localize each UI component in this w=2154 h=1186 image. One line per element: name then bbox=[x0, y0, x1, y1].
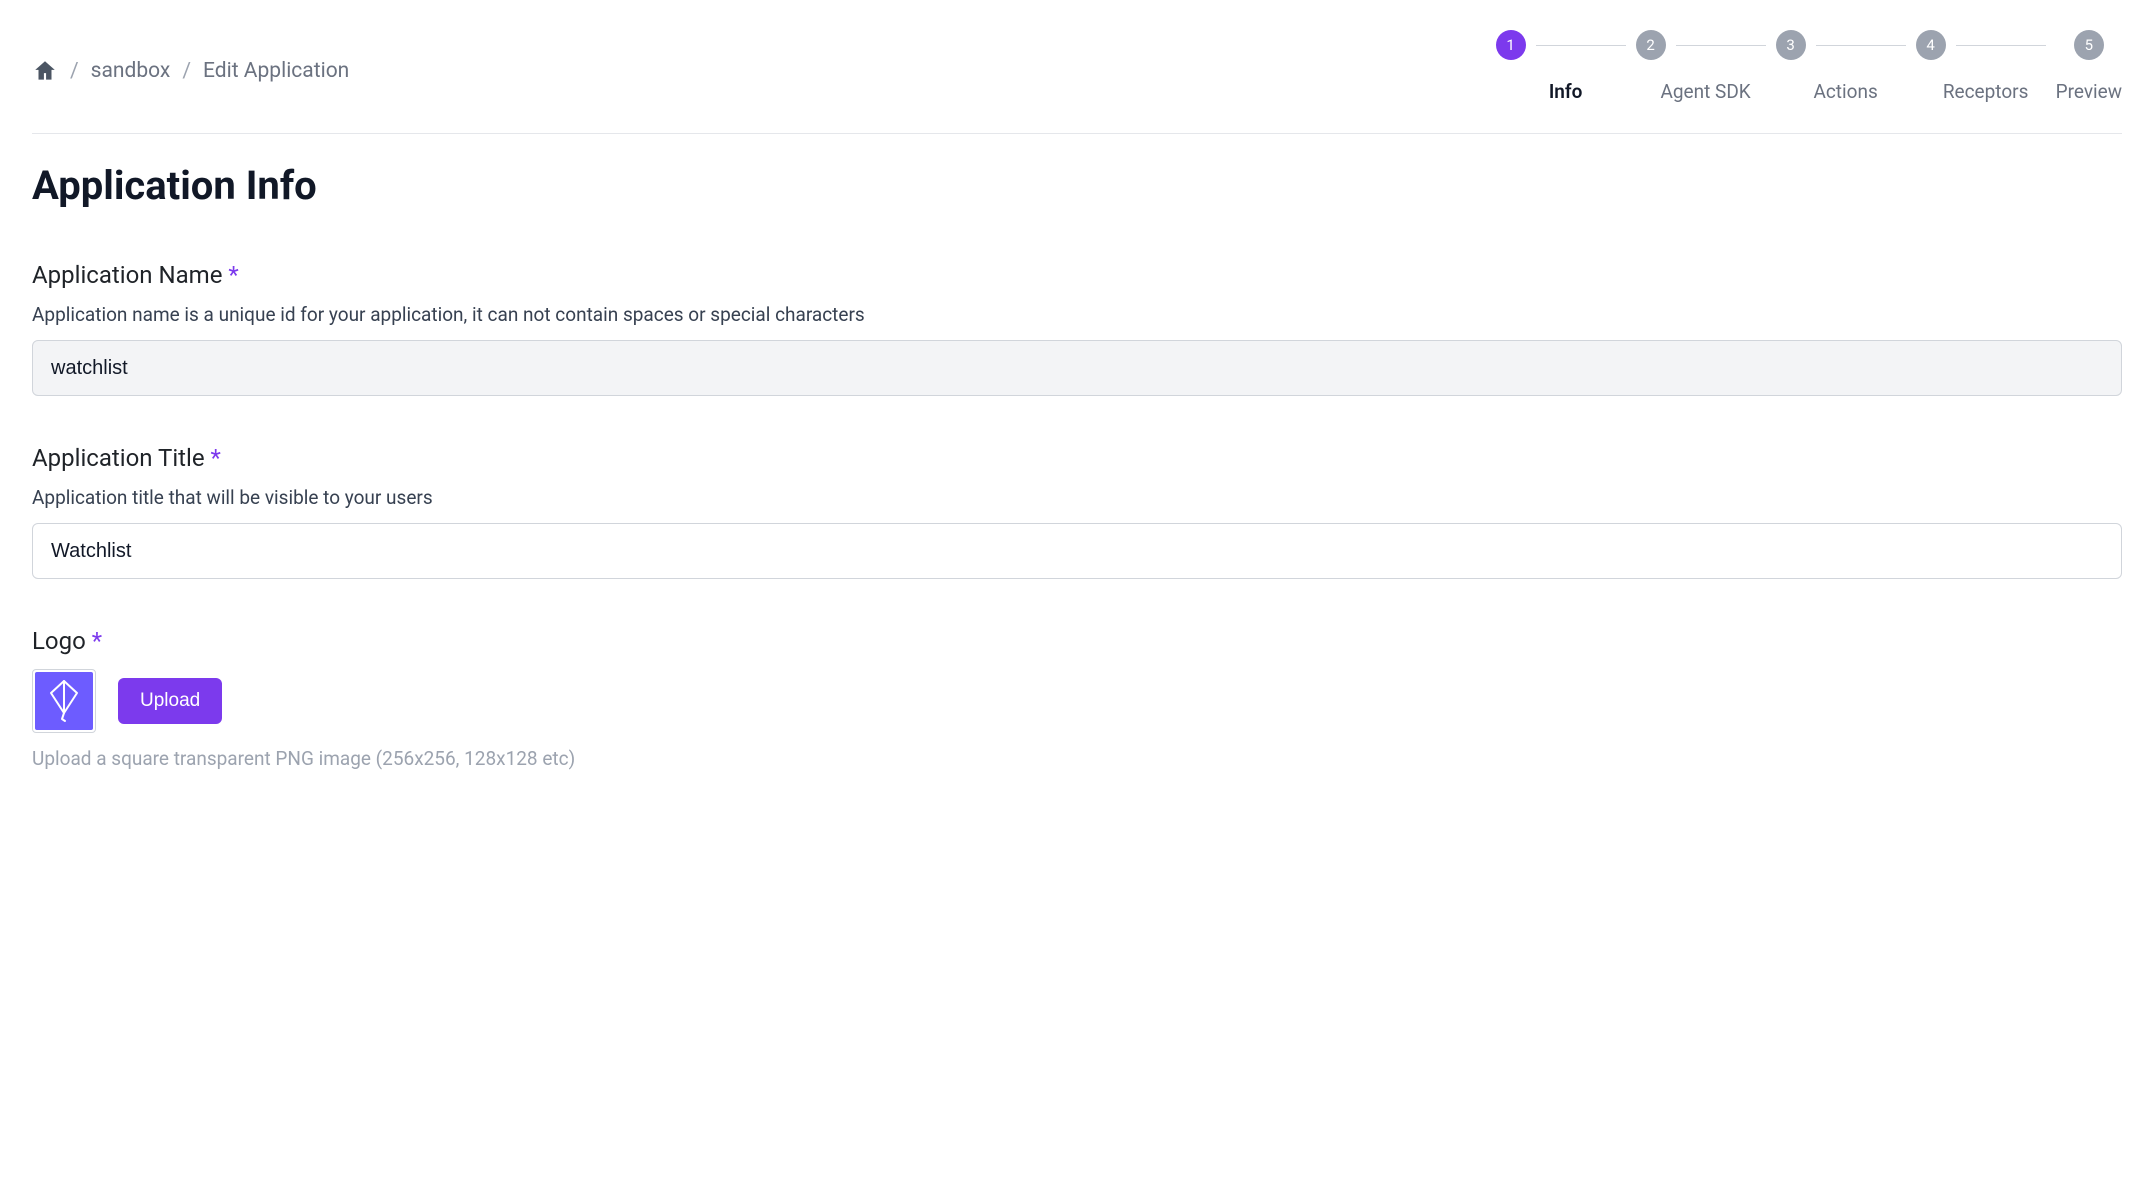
application-name-help: Application name is a unique id for your… bbox=[32, 303, 2122, 326]
label-text: Application Title bbox=[32, 444, 205, 472]
label-text: Application Name bbox=[32, 261, 222, 289]
breadcrumb-sandbox[interactable]: sandbox bbox=[91, 59, 171, 83]
step-label: Actions bbox=[1813, 80, 1877, 103]
page-title: Application Info bbox=[32, 162, 2122, 209]
step-preview[interactable]: 5 Preview bbox=[2056, 30, 2122, 103]
step-circle: 3 bbox=[1776, 30, 1806, 60]
application-name-label: Application Name * bbox=[32, 261, 2122, 289]
step-agent-sdk[interactable]: 2 Agent SDK bbox=[1636, 30, 1776, 103]
step-connector bbox=[1956, 45, 2046, 46]
application-name-input[interactable] bbox=[32, 340, 2122, 396]
application-title-label: Application Title * bbox=[32, 444, 2122, 472]
step-circle: 1 bbox=[1496, 30, 1526, 60]
breadcrumb-current: Edit Application bbox=[203, 59, 349, 83]
step-actions[interactable]: 3 Actions bbox=[1776, 30, 1916, 103]
breadcrumb-sep: / bbox=[182, 59, 191, 83]
step-circle: 5 bbox=[2074, 30, 2104, 60]
step-label: Info bbox=[1549, 80, 1583, 103]
required-marker: * bbox=[92, 627, 102, 655]
label-text: Logo bbox=[32, 627, 86, 655]
kite-icon bbox=[35, 672, 93, 730]
breadcrumb: / sandbox / Edit Application bbox=[32, 30, 349, 84]
field-application-title: Application Title * Application title th… bbox=[32, 444, 2122, 579]
logo-preview bbox=[32, 669, 96, 733]
step-receptors[interactable]: 4 Receptors bbox=[1916, 30, 2056, 103]
step-connector bbox=[1816, 45, 1906, 46]
step-label: Receptors bbox=[1943, 80, 2029, 103]
application-title-input[interactable] bbox=[32, 523, 2122, 579]
wizard-stepper: 1 Info 2 Agent SDK 3 Actions 4 Recept bbox=[1496, 30, 2122, 103]
field-logo: Logo * Upload Upload a square transparen… bbox=[32, 627, 2122, 770]
step-connector bbox=[1536, 45, 1626, 46]
step-connector bbox=[1676, 45, 1766, 46]
logo-label: Logo * bbox=[32, 627, 2122, 655]
required-marker: * bbox=[228, 261, 238, 289]
logo-hint: Upload a square transparent PNG image (2… bbox=[32, 747, 2122, 770]
step-circle: 4 bbox=[1916, 30, 1946, 60]
upload-button[interactable]: Upload bbox=[118, 678, 222, 724]
step-label: Agent SDK bbox=[1660, 80, 1750, 103]
required-marker: * bbox=[211, 444, 221, 472]
step-label: Preview bbox=[2056, 80, 2122, 103]
step-info[interactable]: 1 Info bbox=[1496, 30, 1636, 103]
breadcrumb-sep: / bbox=[70, 59, 79, 83]
field-application-name: Application Name * Application name is a… bbox=[32, 261, 2122, 396]
application-title-help: Application title that will be visible t… bbox=[32, 486, 2122, 509]
step-circle: 2 bbox=[1636, 30, 1666, 60]
home-icon[interactable] bbox=[32, 58, 58, 84]
